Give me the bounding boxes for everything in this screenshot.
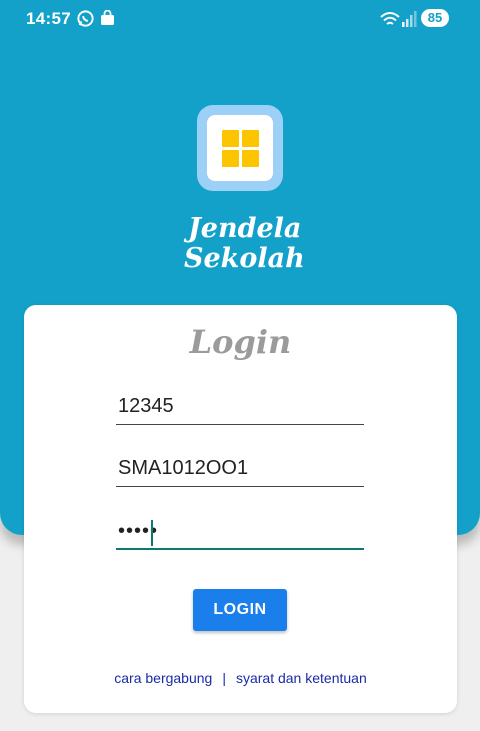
battery-indicator: 85 xyxy=(421,9,449,27)
password-input[interactable] xyxy=(116,514,364,550)
brand-line-2: Sekolah xyxy=(184,243,305,274)
join-link[interactable]: cara bergabung xyxy=(114,670,212,686)
shopping-bag-icon xyxy=(100,9,115,31)
user-id-input[interactable] xyxy=(116,389,364,425)
login-card: Login LOGIN cara bergabung | syarat dan ke… xyxy=(24,305,457,713)
app-logo xyxy=(197,105,283,191)
wifi-icon xyxy=(380,11,400,32)
brand-line-1: Jendela xyxy=(188,213,302,244)
link-separator: | xyxy=(222,670,226,686)
text-cursor xyxy=(151,520,153,546)
signal-icon xyxy=(402,11,417,32)
status-time: 14:57 xyxy=(26,9,71,28)
whatsapp-icon xyxy=(76,9,95,33)
login-title: Login xyxy=(189,323,292,361)
login-button[interactable]: LOGIN xyxy=(193,589,287,631)
terms-link[interactable]: syarat dan ketentuan xyxy=(236,670,367,686)
status-bar: 14:57 85 xyxy=(0,0,480,36)
school-code-input[interactable] xyxy=(116,451,364,487)
footer-links: cara bergabung | syarat dan ketentuan xyxy=(24,670,457,686)
brand-wordmark: Jendela Sekolah xyxy=(150,214,330,274)
window-icon xyxy=(207,115,273,181)
